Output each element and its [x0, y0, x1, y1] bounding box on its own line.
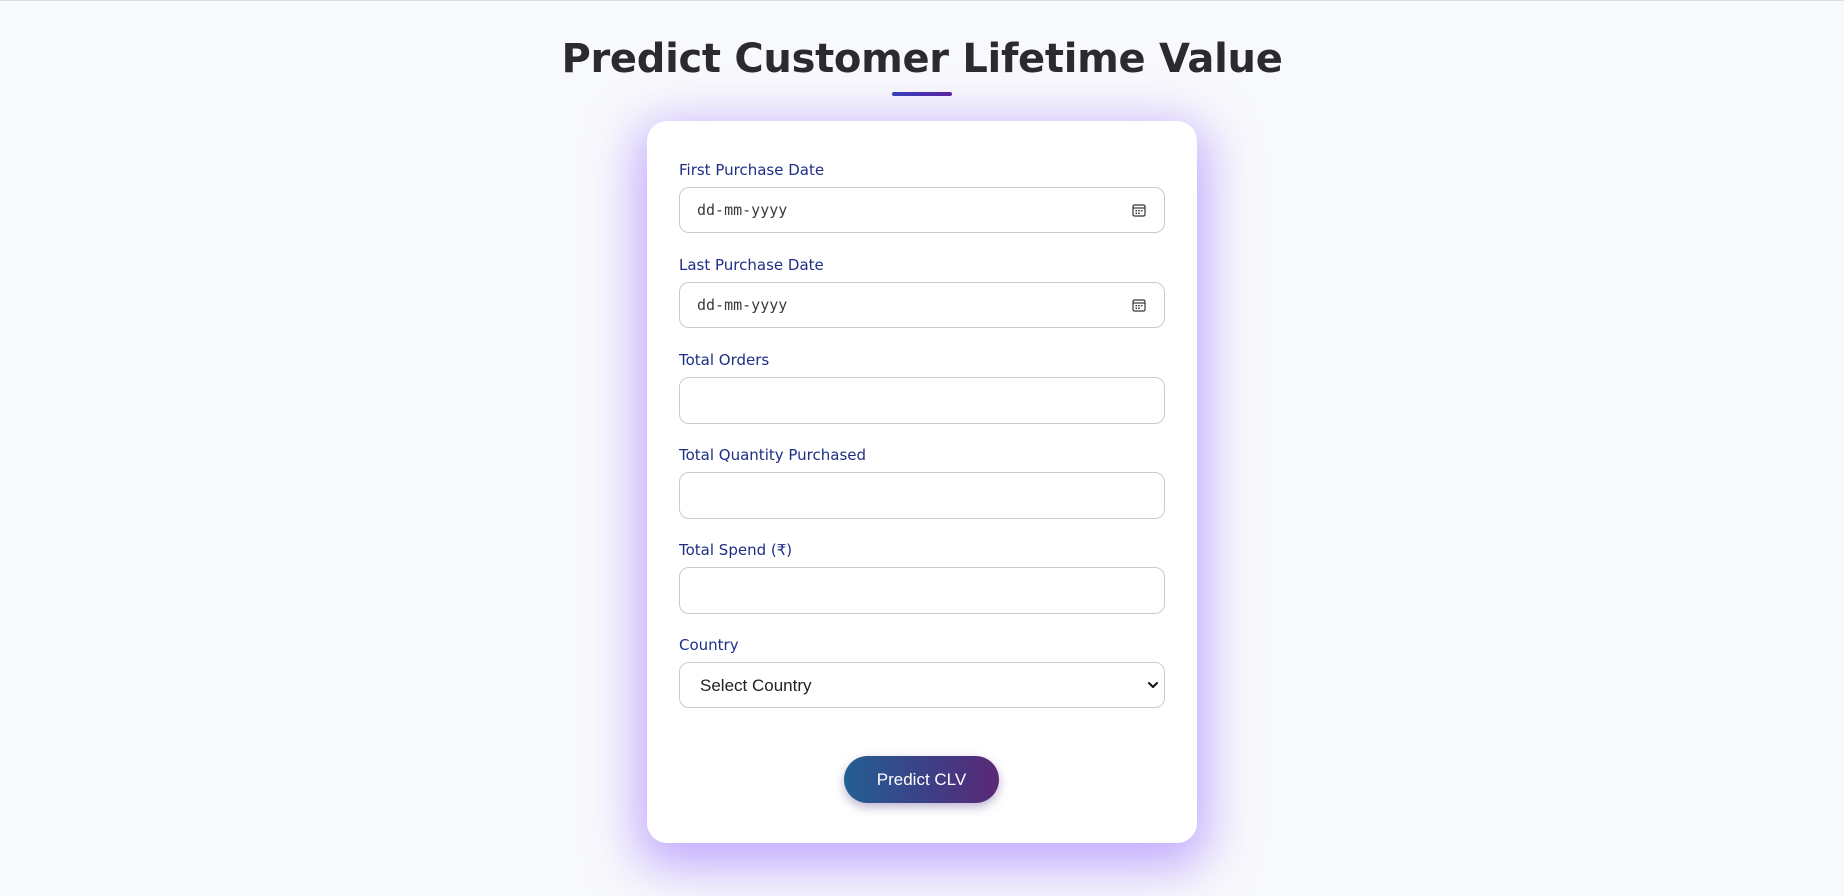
first-purchase-date-field: First Purchase Date — [679, 161, 1165, 233]
first-purchase-date-input[interactable] — [680, 188, 1164, 232]
country-select[interactable]: Select Country — [679, 662, 1165, 708]
last-purchase-date-input[interactable] — [680, 283, 1164, 327]
total-orders-input-box — [679, 377, 1165, 424]
total-spend-input[interactable] — [680, 568, 1164, 613]
page-title: Predict Customer Lifetime Value — [561, 36, 1283, 82]
first-purchase-date-label: First Purchase Date — [679, 161, 825, 179]
total-quantity-field: Total Quantity Purchased — [679, 446, 1165, 519]
calendar-icon[interactable] — [1132, 298, 1146, 312]
first-purchase-date-input-box — [679, 187, 1165, 233]
total-spend-input-box — [679, 567, 1165, 614]
clv-form-card: First Purchase Date Last Purchase Date — [647, 121, 1197, 843]
last-purchase-date-field: Last Purchase Date — [679, 256, 1165, 328]
country-label: Country — [679, 636, 739, 654]
last-purchase-date-label: Last Purchase Date — [679, 256, 824, 274]
chevron-down-icon — [1148, 682, 1158, 688]
calendar-icon[interactable] — [1132, 203, 1146, 217]
last-purchase-date-input-box — [679, 282, 1165, 328]
total-quantity-input-box — [679, 472, 1165, 519]
total-quantity-label: Total Quantity Purchased — [679, 446, 867, 464]
total-orders-input[interactable] — [680, 378, 1164, 423]
total-orders-label: Total Orders — [679, 351, 770, 369]
predict-clv-button[interactable]: Predict CLV — [844, 756, 999, 803]
total-quantity-input[interactable] — [680, 473, 1164, 518]
title-underline — [892, 92, 952, 96]
total-orders-field: Total Orders — [679, 351, 1165, 424]
total-spend-field: Total Spend (₹) — [679, 541, 1165, 614]
total-spend-label: Total Spend (₹) — [679, 541, 793, 559]
country-select-value: Select Country — [700, 676, 812, 695]
country-field: Country Select Country — [679, 636, 1165, 708]
